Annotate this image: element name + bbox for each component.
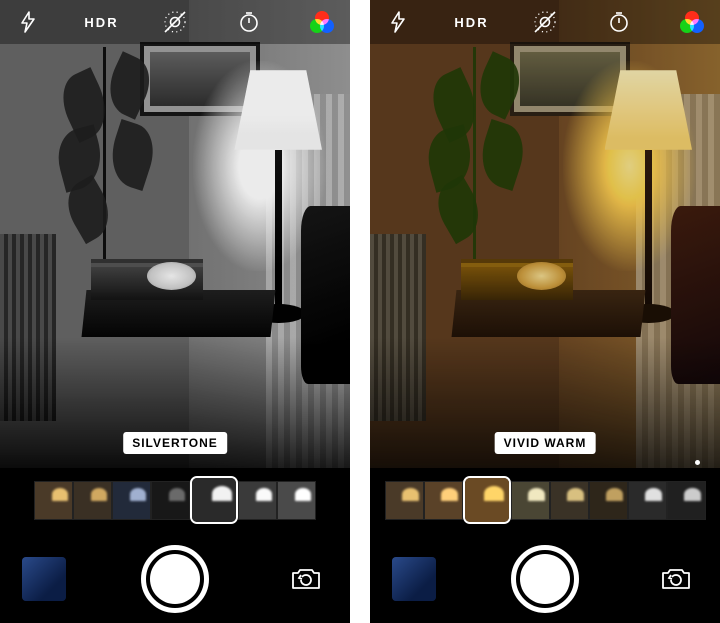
filter-thumb[interactable]: [385, 481, 424, 520]
filter-thumb-selected[interactable]: [190, 476, 238, 524]
filter-thumb[interactable]: [550, 481, 589, 520]
camera-app-silvertone: SILVERTONE HDR: [0, 0, 350, 623]
live-photo-icon[interactable]: [161, 8, 189, 36]
filter-thumb-selected[interactable]: [463, 476, 511, 524]
flash-icon[interactable]: [14, 8, 42, 36]
flash-icon[interactable]: [384, 8, 412, 36]
timer-icon[interactable]: [605, 8, 633, 36]
filter-thumbnail-strip[interactable]: [0, 470, 350, 530]
shutter-button[interactable]: [141, 545, 209, 613]
bottom-toolbar: [0, 535, 350, 623]
recent-photo-thumb[interactable]: [392, 557, 436, 601]
filter-thumb[interactable]: [424, 481, 463, 520]
viewfinder[interactable]: SILVERTONE: [0, 0, 350, 468]
hdr-button[interactable]: HDR: [88, 8, 116, 36]
active-filter-label: SILVERTONE: [123, 432, 227, 454]
filter-thumb[interactable]: [151, 481, 190, 520]
switch-camera-button[interactable]: [284, 557, 328, 601]
viewfinder[interactable]: VIVID WARM: [370, 0, 720, 468]
timer-icon[interactable]: [235, 8, 263, 36]
top-toolbar: HDR: [370, 0, 720, 44]
filter-thumb[interactable]: [511, 481, 550, 520]
filter-thumb[interactable]: [34, 481, 73, 520]
camera-app-vivid-warm: VIVID WARM HDR: [370, 0, 720, 623]
filters-icon[interactable]: [678, 8, 706, 36]
scene-preview: [0, 0, 350, 468]
live-photo-icon[interactable]: [531, 8, 559, 36]
shutter-button[interactable]: [511, 545, 579, 613]
bottom-toolbar: [370, 535, 720, 623]
filter-thumb[interactable]: [112, 481, 151, 520]
scene-preview: [370, 0, 720, 468]
recent-photo-thumb[interactable]: [22, 557, 66, 601]
active-filter-label: VIVID WARM: [495, 432, 596, 454]
filter-thumbnail-strip[interactable]: [370, 470, 720, 530]
filters-icon[interactable]: [308, 8, 336, 36]
switch-camera-button[interactable]: [654, 557, 698, 601]
filter-thumb[interactable]: [628, 481, 667, 520]
filter-thumb[interactable]: [589, 481, 628, 520]
filter-thumb[interactable]: [238, 481, 277, 520]
filter-thumb[interactable]: [73, 481, 112, 520]
filter-pagination-dot: [695, 460, 700, 465]
filter-thumb[interactable]: [667, 481, 706, 520]
filter-thumb[interactable]: [277, 481, 316, 520]
top-toolbar: HDR: [0, 0, 350, 44]
hdr-button[interactable]: HDR: [458, 8, 486, 36]
